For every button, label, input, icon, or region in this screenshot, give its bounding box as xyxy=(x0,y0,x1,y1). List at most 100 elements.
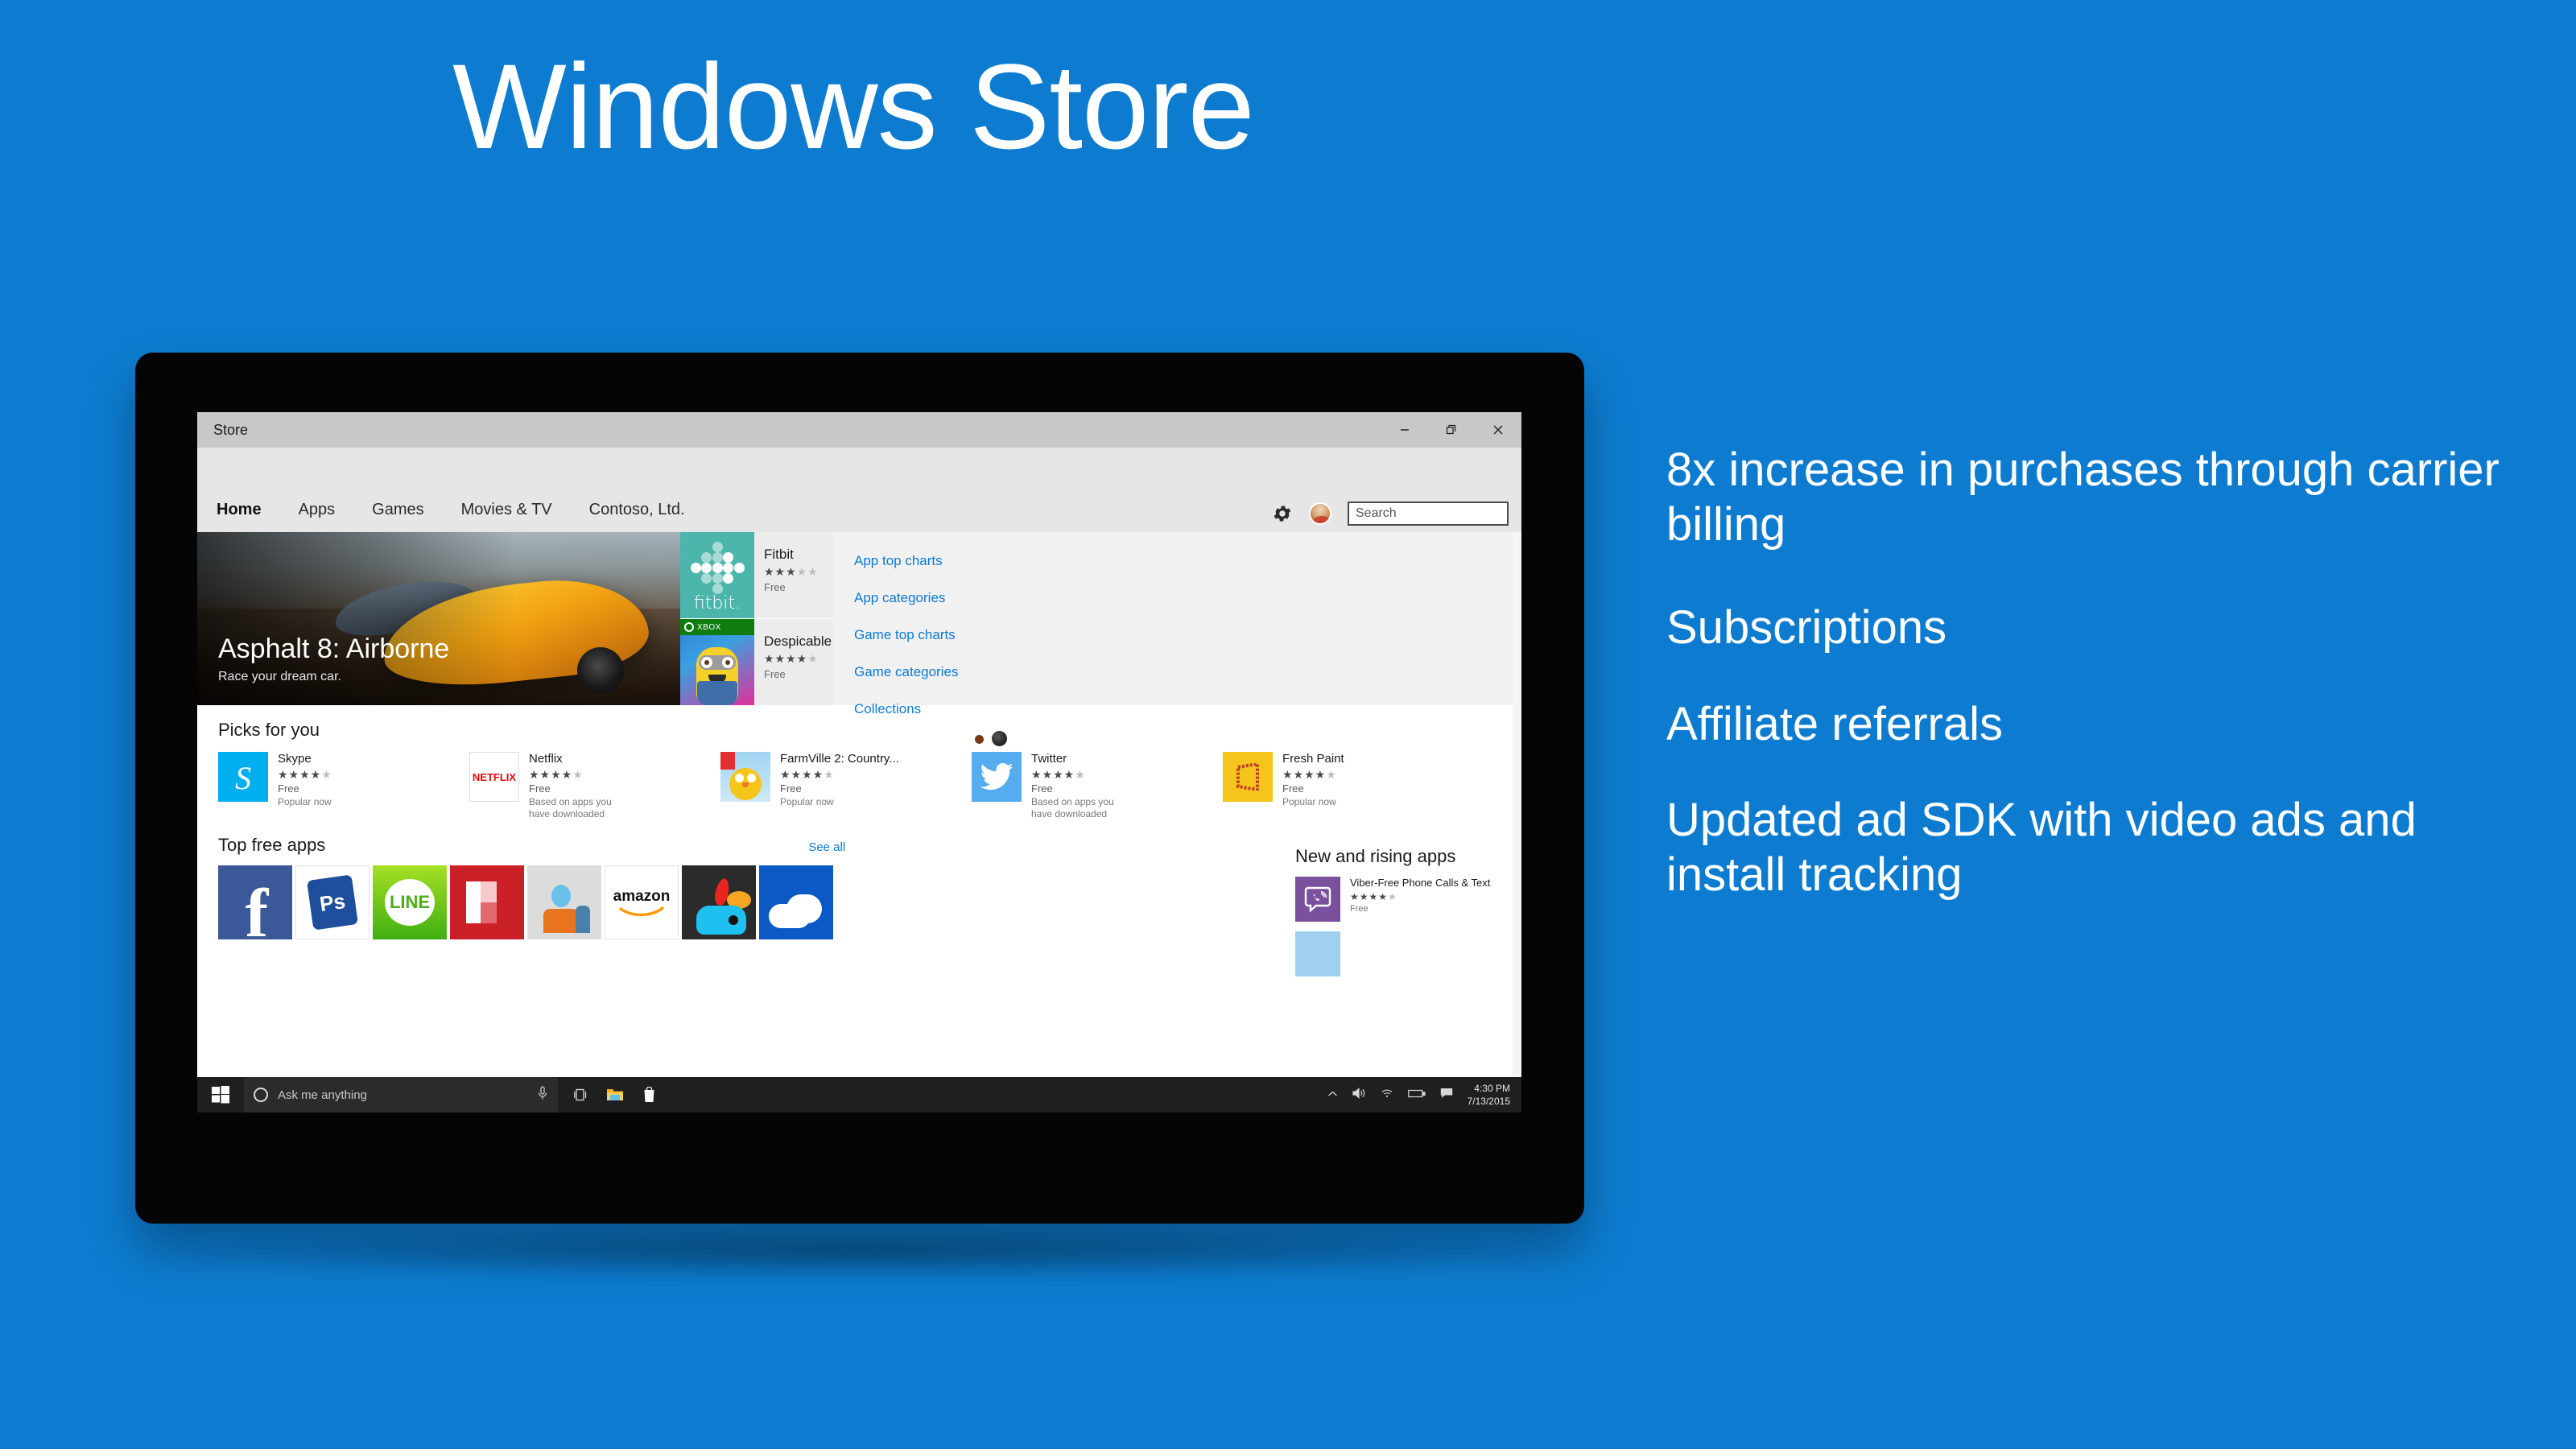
store-content: Asphalt 8: Airborne Race your dream car. xyxy=(197,532,1521,1113)
farmville-tile-icon xyxy=(720,752,770,802)
window-controls xyxy=(1381,412,1521,448)
featured-cards: fitbit. Fitbit ★★★★★ Free XBOX Despicabl… xyxy=(680,532,870,705)
featured-card-despicable[interactable]: XBOX Despicable Me:... ★★★★★ Free xyxy=(680,619,870,705)
webcam-lens-icon xyxy=(992,731,1007,746)
netflix-info: Netflix ★★★★★ Free Based on apps you hav… xyxy=(529,752,625,820)
microphone-icon[interactable] xyxy=(537,1085,548,1104)
rising-title: New and rising apps xyxy=(1295,846,1456,866)
battery-icon[interactable] xyxy=(1407,1088,1426,1102)
fitbit-meta: Fitbit ★★★★★ Free xyxy=(754,532,833,618)
taskbar: Ask me anything 4:30 PM 7/13/2015 xyxy=(197,1077,1521,1113)
page-title: Windows Store xyxy=(452,39,1255,174)
netflix-name: Netflix xyxy=(529,752,563,766)
link-collections[interactable]: Collections xyxy=(854,701,1521,717)
twitter-info: Twitter ★★★★★ Free Based on apps you hav… xyxy=(1031,752,1128,820)
link-app-categories[interactable]: App categories xyxy=(854,590,1521,606)
search-input[interactable]: Search xyxy=(1348,502,1509,526)
system-tray: 4:30 PM 7/13/2015 xyxy=(1327,1082,1521,1108)
wifi-icon[interactable] xyxy=(1381,1088,1393,1102)
volume-icon[interactable] xyxy=(1352,1087,1366,1103)
content-scrollbar[interactable]: ▼ xyxy=(1513,532,1521,1113)
twitter-name: Twitter xyxy=(1031,752,1067,766)
nav-item-home[interactable]: Home xyxy=(217,501,262,519)
farmville-note: Popular now xyxy=(780,796,834,807)
category-link-panel: App top charts App categories Game top c… xyxy=(833,532,1521,716)
viber-price: Free xyxy=(1350,904,1368,914)
store-icon[interactable] xyxy=(634,1077,664,1113)
cortana-search-input[interactable]: Ask me anything xyxy=(244,1077,558,1113)
minion-character xyxy=(696,647,738,705)
webcam-led-icon xyxy=(975,735,984,744)
rising-item-partial[interactable] xyxy=(1295,931,1521,976)
despicable-me-rating: ★★★★★ xyxy=(764,652,819,665)
featured-card-fitbit[interactable]: fitbit. Fitbit ★★★★★ Free xyxy=(680,532,833,618)
device-shadow xyxy=(169,1224,1554,1280)
link-game-categories[interactable]: Game categories xyxy=(854,664,1521,680)
rising-item-viber[interactable]: Viber-Free Phone Calls & Text ★★★★★ Free xyxy=(1295,877,1521,922)
fitbit-rating: ★★★★★ xyxy=(764,565,819,578)
clock-time: 4:30 PM xyxy=(1474,1082,1510,1094)
hero-banner[interactable]: Asphalt 8: Airborne Race your dream car. xyxy=(197,532,680,705)
photoshop-tile-icon[interactable]: Ps xyxy=(295,865,369,939)
restore-button[interactable] xyxy=(1428,412,1475,448)
people-tile-icon[interactable] xyxy=(527,865,601,939)
pick-item-skype[interactable]: S Skype ★★★★★ Free Popular now xyxy=(218,752,444,820)
nav-item-movies-tv[interactable]: Movies & TV xyxy=(461,501,552,519)
pick-item-farmville[interactable]: FarmVille 2: Country... ★★★★★ Free Popul… xyxy=(720,752,946,820)
skype-price: Free xyxy=(278,782,299,795)
task-view-icon[interactable] xyxy=(571,1084,592,1105)
netflix-rating: ★★★★★ xyxy=(529,768,584,781)
nav-item-apps[interactable]: Apps xyxy=(299,501,336,519)
gear-icon[interactable] xyxy=(1272,503,1293,524)
see-all-link[interactable]: See all xyxy=(808,840,845,854)
fresh-paint-name: Fresh Paint xyxy=(1282,752,1344,766)
nav-item-games[interactable]: Games xyxy=(372,501,423,519)
despicable-me-name: Despicable Me:... xyxy=(764,634,870,649)
onedrive-tile-icon[interactable] xyxy=(759,865,833,939)
minion-goggles xyxy=(699,655,736,670)
hero-subtitle: Race your dream car. xyxy=(218,670,341,683)
xbox-label: XBOX xyxy=(697,622,721,632)
hero-text: Asphalt 8: Airborne Race your dream car. xyxy=(218,634,449,684)
taskbar-clock[interactable]: 4:30 PM 7/13/2015 xyxy=(1468,1082,1510,1108)
viber-info: Viber-Free Phone Calls & Text ★★★★★ Free xyxy=(1350,877,1490,922)
flipboard-tile-icon[interactable] xyxy=(450,865,524,939)
pick-item-twitter[interactable]: Twitter ★★★★★ Free Based on apps you hav… xyxy=(972,752,1197,820)
hero-title: Asphalt 8: Airborne xyxy=(218,633,450,664)
picks-title: Picks for you xyxy=(218,720,320,740)
avatar[interactable] xyxy=(1309,502,1331,525)
close-button[interactable] xyxy=(1475,412,1521,448)
bullet-item-2: Subscriptions xyxy=(1666,601,1947,654)
file-explorer-icon[interactable] xyxy=(605,1084,625,1105)
line-tile-icon[interactable]: LINE xyxy=(373,865,447,939)
xbox-badge: XBOX xyxy=(680,619,754,635)
netflix-note: Based on apps you have downloaded xyxy=(529,796,612,819)
twitter-rating: ★★★★★ xyxy=(1031,768,1086,781)
minimize-button[interactable] xyxy=(1381,412,1428,448)
windows-start-icon[interactable] xyxy=(197,1077,244,1113)
action-center-icon[interactable] xyxy=(1440,1088,1453,1103)
skype-info: Skype ★★★★★ Free Popular now xyxy=(278,752,332,820)
fitbit-name: Fitbit xyxy=(764,547,794,562)
despicable-me-tile-icon: XBOX xyxy=(680,619,754,705)
amazon-tile-icon[interactable]: amazon xyxy=(605,865,679,939)
link-game-top-charts[interactable]: Game top charts xyxy=(854,627,1521,643)
app-chrome: Home Apps Games Movies & TV Contoso, Ltd… xyxy=(197,448,1521,532)
fitbit-tile-icon: fitbit. xyxy=(680,532,754,618)
twitter-bird-tile-icon[interactable] xyxy=(682,865,756,939)
despicable-me-price: Free xyxy=(764,668,786,680)
farmville-price: Free xyxy=(780,782,802,795)
pick-item-fresh-paint[interactable]: Fresh Paint ★★★★★ Free Popular now xyxy=(1223,752,1448,820)
svg-text:f: f xyxy=(246,874,270,939)
chevron-up-icon[interactable] xyxy=(1327,1088,1338,1102)
clock-date: 7/13/2015 xyxy=(1467,1096,1510,1107)
fitbit-wordmark: fitbit. xyxy=(693,593,741,613)
pick-item-netflix[interactable]: NETFLIX Netflix ★★★★★ Free Based on apps… xyxy=(469,752,695,820)
nav-right-group: Search xyxy=(1272,502,1509,526)
nav-item-contoso[interactable]: Contoso, Ltd. xyxy=(589,501,685,519)
facebook-tile-icon[interactable]: f xyxy=(218,865,292,939)
link-app-top-charts[interactable]: App top charts xyxy=(854,553,1521,569)
skype-name: Skype xyxy=(278,752,312,766)
xbox-icon xyxy=(684,622,694,632)
nav-links: Home Apps Games Movies & TV Contoso, Ltd… xyxy=(217,501,722,519)
